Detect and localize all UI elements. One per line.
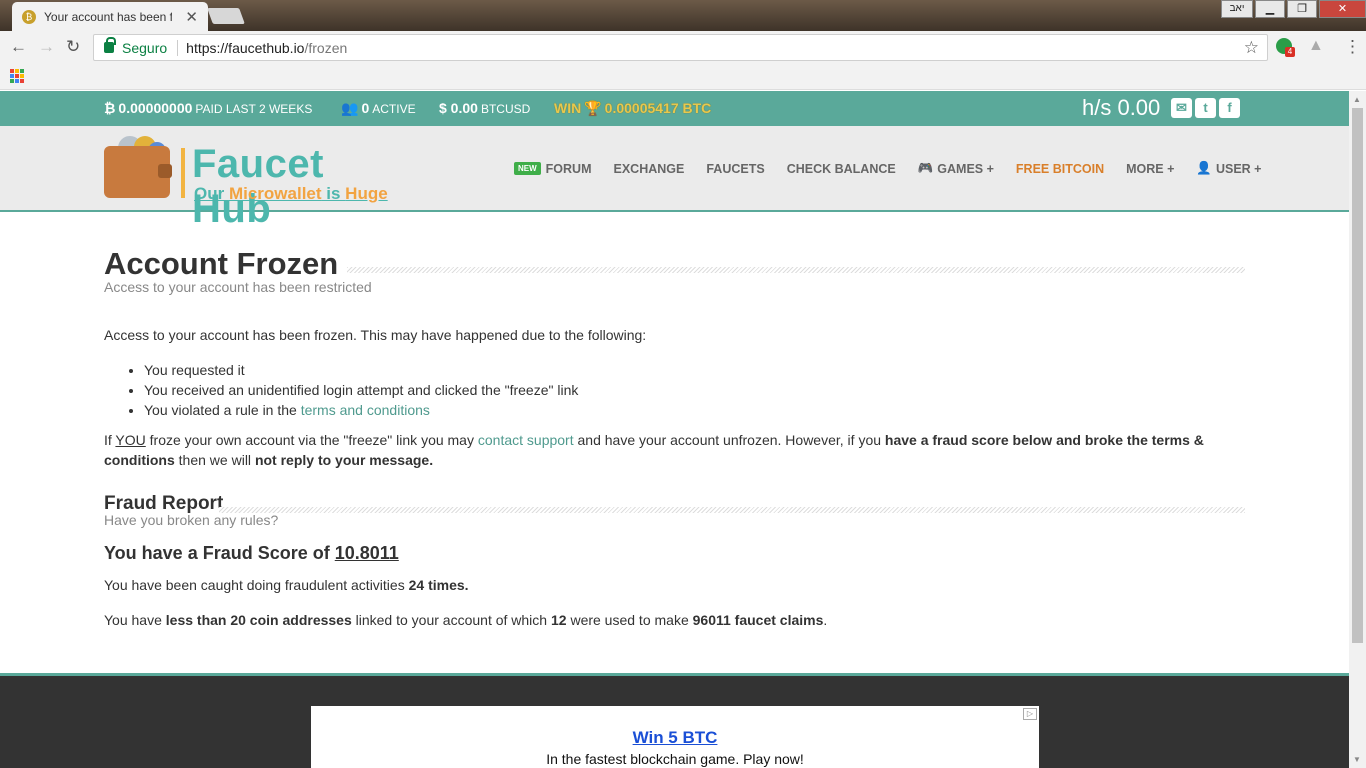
users-icon: 👥 [341, 100, 359, 116]
ad-banner[interactable]: ▷ Win 5 BTC In the fastest blockchain ga… [311, 706, 1039, 768]
forward-icon[interactable]: → [38, 37, 55, 57]
page-title: Account Frozen [104, 246, 339, 281]
page-subtitle: Access to your account has been restrict… [104, 279, 372, 295]
hashrate: h/s 0.00 [1082, 95, 1161, 120]
reload-icon[interactable]: ↻ [66, 37, 80, 57]
btcusd-label: BTCUSD [480, 102, 531, 116]
language-indicator: יאב [1221, 0, 1253, 18]
close-window-button[interactable]: ✕ [1319, 0, 1366, 18]
bitcoin-icon: ₿ [104, 100, 116, 116]
stats-bar: ₿ 0.00000000 PAID LAST 2 WEEKS 👥 0 ACTIV… [0, 91, 1349, 126]
close-tab-icon[interactable]: ✕ [185, 8, 198, 26]
twitter-icon[interactable]: t [1195, 98, 1216, 118]
win-label: WIN [554, 100, 582, 116]
address-bar[interactable]: Seguro https://faucethub.io/frozen ☆ [93, 34, 1268, 61]
win-stat[interactable]: WIN 🏆 0.00005417 BTC [554, 100, 711, 117]
web-page: ₿ 0.00000000 PAID LAST 2 WEEKS 👥 0 ACTIV… [0, 91, 1349, 768]
browser-tab[interactable]: ₿ Your account has been frozen ✕ [12, 2, 208, 31]
nav-check-balance[interactable]: CHECK BALANCE [787, 161, 896, 176]
new-badge: NEW [514, 162, 541, 175]
contact-support-link[interactable]: contact support [478, 432, 574, 448]
list-item: You violated a rule in the terms and con… [144, 400, 578, 420]
ad-description: In the fastest blockchain game. Play now… [546, 751, 804, 767]
site-logo[interactable]: Faucet Hub Our Microwallet is Huge [104, 136, 414, 231]
user-icon: 👤 [1196, 161, 1212, 175]
trophy-icon: 🏆 [584, 100, 602, 116]
new-tab-button[interactable] [207, 8, 245, 24]
url-path: /frozen [304, 39, 348, 56]
browser-toolbar: ← → ↻ Seguro https://faucethub.io/frozen… [0, 31, 1366, 64]
btcusd-stat: $ 0.00 BTCUSD [439, 100, 530, 116]
ad-title[interactable]: Win 5 BTC [311, 728, 1039, 748]
logo-tagline: Our Microwallet is Huge [194, 184, 388, 203]
site-header: Faucet Hub Our Microwallet is Huge NEW FO… [0, 126, 1349, 231]
paid-value: 0.00000000 [118, 100, 193, 116]
bookmarks-bar [0, 64, 1366, 90]
nav-forum[interactable]: NEW FORUM [514, 161, 592, 176]
btcusd-value: $ 0.00 [439, 100, 478, 116]
scroll-down-icon[interactable]: ▼ [1353, 755, 1361, 764]
nav-games[interactable]: 🎮 GAMES + [918, 161, 994, 176]
heading-divider [219, 507, 1245, 513]
browser-menu-icon[interactable]: ⋮ [1344, 37, 1361, 57]
fraud-caught-text: You have been caught doing fraudulent ac… [104, 577, 469, 593]
active-label: ACTIVE [372, 102, 416, 116]
terms-link[interactable]: terms and conditions [301, 402, 430, 418]
paid-label: PAID LAST 2 WEEKS [195, 102, 313, 116]
url-host: https://faucethub.io [186, 39, 305, 56]
drive-extension-icon[interactable]: ▲ [1308, 38, 1325, 54]
fraud-addresses-text: You have less than 20 coin addresses lin… [104, 612, 828, 628]
back-icon[interactable]: ← [10, 37, 27, 57]
nav-faucets[interactable]: FAUCETS [706, 161, 764, 176]
adchoices-icon[interactable]: ▷ [1023, 708, 1037, 720]
facebook-icon[interactable]: f [1219, 98, 1240, 118]
nav-more[interactable]: MORE + [1126, 161, 1174, 176]
heading-divider [347, 267, 1245, 273]
extension-icon[interactable]: 4 [1276, 38, 1295, 57]
gamepad-icon: 🎮 [917, 161, 934, 175]
nav-user[interactable]: 👤 USER + [1196, 161, 1261, 176]
reasons-list: You requested it You received an unident… [144, 360, 578, 420]
logo-divider [181, 148, 185, 198]
fraud-score-value: 10.8011 [334, 543, 399, 563]
main-nav: NEW FORUM EXCHANGE FAUCETS CHECK BALANCE … [514, 161, 1284, 176]
tab-title: Your account has been frozen [44, 9, 172, 24]
email-icon[interactable]: ✉ [1171, 98, 1192, 118]
nav-free-bitcoin[interactable]: FREE BITCOIN [1016, 161, 1104, 176]
secure-label: Seguro [122, 39, 168, 56]
list-item: You requested it [144, 360, 578, 380]
maximize-button[interactable]: ❐ [1287, 0, 1317, 18]
browser-titlebar: ₿ Your account has been frozen ✕ יאב ▁ ❐… [0, 0, 1366, 31]
scroll-up-icon[interactable]: ▲ [1353, 95, 1361, 104]
bitcoin-icon: ₿ [22, 9, 36, 24]
bookmark-star-icon[interactable]: ☆ [1244, 38, 1259, 58]
notice-text: If YOU froze your own account via the "f… [104, 432, 1204, 468]
paid-stat: ₿ 0.00000000 PAID LAST 2 WEEKS [104, 100, 312, 116]
active-stat: 👥 0 ACTIVE [341, 100, 416, 117]
active-value: 0 [361, 100, 370, 116]
fraud-report-subtitle: Have you broken any rules? [104, 512, 279, 528]
minimize-button[interactable]: ▁ [1255, 0, 1285, 18]
separator [177, 39, 179, 56]
scrollbar-thumb[interactable] [1352, 108, 1363, 643]
site-footer: ▷ Win 5 BTC In the fastest blockchain ga… [0, 673, 1349, 768]
page-scrollbar[interactable]: ▲ ▼ [1349, 91, 1366, 768]
list-item: You received an unidentified login attem… [144, 380, 578, 400]
wallet-icon [104, 146, 172, 198]
extension-badge: 4 [1285, 47, 1295, 57]
apps-icon[interactable] [10, 69, 24, 83]
lock-icon [104, 37, 116, 53]
intro-text: Access to your account has been frozen. … [104, 327, 647, 343]
win-value: 0.00005417 BTC [604, 100, 712, 116]
fraud-score: You have a Fraud Score of 10.8011 [104, 543, 399, 563]
nav-exchange[interactable]: EXCHANGE [614, 161, 685, 176]
